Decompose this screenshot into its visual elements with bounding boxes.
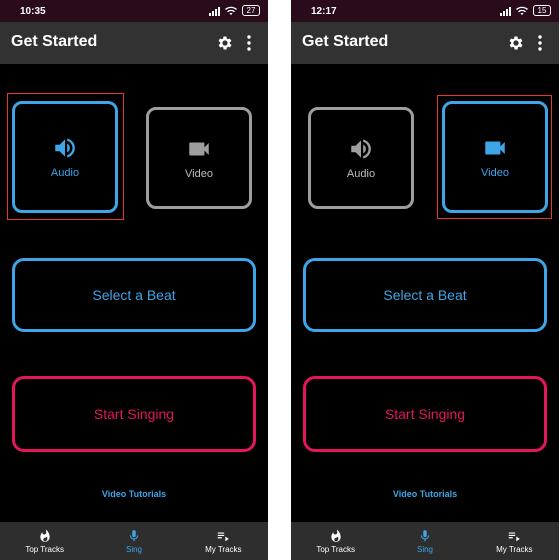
wifi-icon <box>225 6 237 15</box>
screen-audio-selected: 10:35 27 Get Started Audio Video Select … <box>0 0 268 560</box>
app-bar: Get Started <box>291 22 559 64</box>
more-vert-icon[interactable] <box>246 34 252 52</box>
selection-highlight-box <box>437 95 552 219</box>
select-beat-button[interactable]: Select a Beat <box>12 258 256 332</box>
start-singing-button[interactable]: Start Singing <box>12 376 256 452</box>
video-mode-tile[interactable]: Video <box>146 107 252 209</box>
signal-icon <box>209 6 220 16</box>
start-singing-button[interactable]: Start Singing <box>303 376 547 452</box>
nav-my-tracks[interactable]: My Tracks <box>470 522 559 560</box>
app-bar: Get Started <box>0 22 268 64</box>
nav-sing-label: Sing <box>125 544 142 554</box>
gear-icon[interactable] <box>216 34 234 52</box>
nav-sing[interactable]: Sing <box>380 522 469 560</box>
bottom-navigation: Top Tracks Sing My Tracks <box>0 522 268 560</box>
video-tutorials-link[interactable]: Video Tutorials <box>291 489 559 499</box>
gear-icon[interactable] <box>507 34 525 52</box>
playlist-icon <box>218 532 230 541</box>
nav-top-tracks-label: Top Tracks <box>316 544 355 554</box>
status-icons: 27 <box>209 5 260 16</box>
wifi-icon <box>516 6 528 15</box>
nav-top-tracks[interactable]: Top Tracks <box>291 522 380 560</box>
battery-icon: 15 <box>533 5 551 16</box>
status-bar: 12:17 15 <box>291 0 559 22</box>
playlist-icon <box>509 532 521 541</box>
status-bar: 10:35 27 <box>0 0 268 22</box>
audio-mode-tile[interactable]: Audio <box>308 107 414 209</box>
microphone-icon <box>420 529 430 541</box>
status-time: 10:35 <box>20 6 46 17</box>
speaker-icon <box>351 139 371 159</box>
nav-sing[interactable]: Sing <box>89 522 178 560</box>
nav-top-tracks[interactable]: Top Tracks <box>0 522 89 560</box>
nav-my-tracks[interactable]: My Tracks <box>179 522 268 560</box>
nav-my-tracks-label: My Tracks <box>205 544 242 554</box>
nav-my-tracks-label: My Tracks <box>496 544 533 554</box>
more-vert-icon[interactable] <box>537 34 543 52</box>
flame-icon <box>330 529 341 542</box>
flame-icon <box>39 529 50 542</box>
audio-label: Audio <box>346 168 376 180</box>
nav-top-tracks-label: Top Tracks <box>25 544 64 554</box>
video-camera-icon <box>189 142 209 156</box>
screen-video-selected: 12:17 15 Get Started Audio Video Select … <box>291 0 559 560</box>
nav-sing-label: Sing <box>416 544 433 554</box>
selection-highlight-box <box>7 93 124 220</box>
status-icons: 15 <box>500 5 551 16</box>
signal-icon <box>500 6 511 16</box>
video-tutorials-link[interactable]: Video Tutorials <box>0 489 268 499</box>
microphone-icon <box>129 529 139 541</box>
select-beat-button[interactable]: Select a Beat <box>303 258 547 332</box>
battery-icon: 27 <box>242 5 260 16</box>
page-title: Get Started <box>11 33 98 50</box>
page-title: Get Started <box>302 33 389 50</box>
bottom-navigation: Top Tracks Sing My Tracks <box>291 522 559 560</box>
video-label: Video <box>185 168 213 180</box>
status-time: 12:17 <box>311 6 337 17</box>
